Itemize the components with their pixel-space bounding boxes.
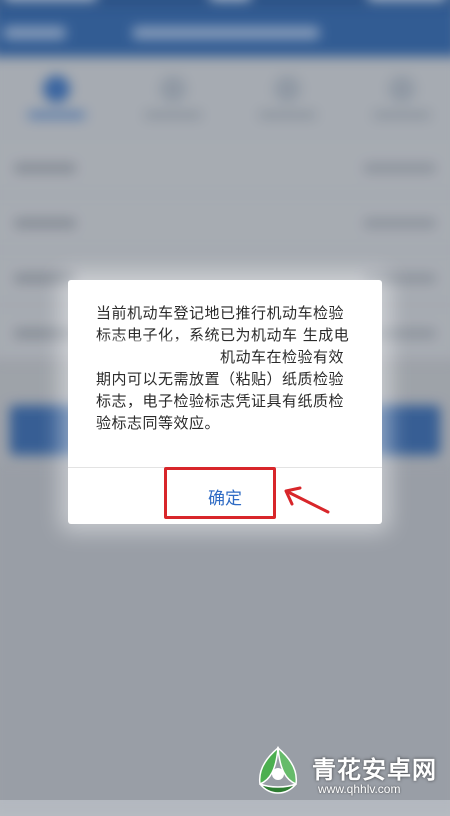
redacted-plate-number	[78, 341, 216, 369]
watermark-url: www.qhhlv.com	[318, 782, 401, 796]
qinghua-logo-icon	[258, 746, 298, 794]
watermark-title: 青花安卓网	[312, 756, 437, 784]
site-watermark: 青花安卓网 www.qhhlv.com	[248, 744, 450, 800]
arrow-pointer-icon	[284, 486, 330, 514]
highlight-box	[164, 467, 276, 519]
